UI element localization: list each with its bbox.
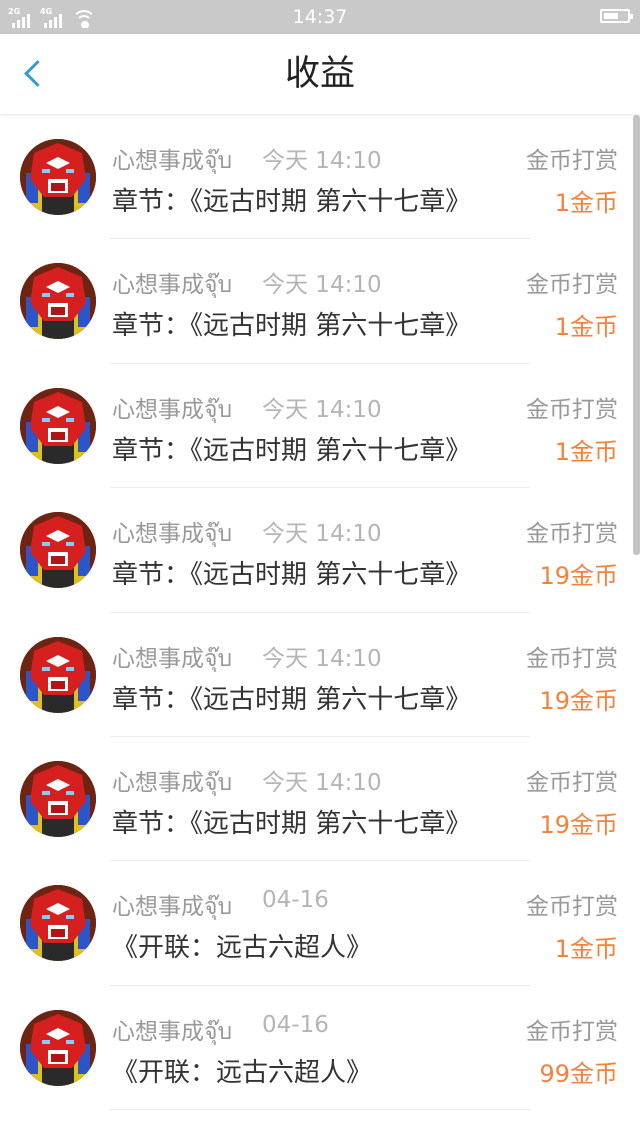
avatar-image (20, 512, 96, 589)
page-title: 收益 (284, 54, 355, 94)
avatar[interactable] (20, 760, 96, 837)
reward-amount: 1金币 (554, 437, 618, 466)
status-time: 14:37 (292, 6, 348, 28)
username: 心想事成จุ๊บ (112, 894, 233, 921)
avatar-image (20, 760, 96, 837)
username: 心想事成จุ๊บ (112, 272, 233, 299)
list-item[interactable]: 心想事成จุ๊บ 今天 14:10 金币打赏章节：《远古时期 第六十七章》 1金币 (0, 239, 640, 365)
record-content: 章节：《远古时期 第六十七章》 (112, 808, 472, 839)
scrollbar[interactable] (633, 115, 640, 555)
avatar[interactable] (20, 139, 96, 215)
reward-amount: 19金币 (539, 686, 618, 715)
reward-type: 金币打赏 (526, 894, 618, 921)
status-bar: 2G 4G 14:37 (0, 0, 640, 34)
avatar-image (20, 636, 96, 713)
record-content: 章节：《远古时期 第六十七章》 (112, 187, 472, 217)
reward-type: 金币打赏 (526, 769, 618, 796)
reward-amount: 1金币 (554, 935, 618, 964)
battery-icon (600, 9, 633, 23)
avatar-image (20, 1009, 96, 1086)
reward-amount: 1金币 (554, 189, 618, 217)
username: 心想事成จุ๊บ (112, 645, 233, 672)
record-time: 今天 14:10 (262, 521, 382, 548)
avatar[interactable] (20, 263, 96, 340)
username: 心想事成จุ๊บ (112, 148, 233, 174)
avatar-image (20, 139, 96, 215)
reward-type: 金币打赏 (526, 1018, 618, 1045)
earnings-list[interactable]: 心想事成จุ๊บ 今天 14:10 金币打赏 章节：《远古时期 第六十七章》 1金币 心想… (0, 115, 640, 1138)
battery-level (604, 13, 618, 19)
list-item[interactable]: 心想事成จุ๊บ 今天 14:10 金币打赏章节：《远古时期 第六十七章》 19金币 (0, 737, 640, 862)
reward-amount: 19金币 (539, 562, 618, 591)
avatar[interactable] (20, 512, 96, 589)
header: 收益 (0, 34, 640, 115)
username: 心想事成จุ๊บ (112, 769, 233, 796)
username: 心想事成จุ๊บ (112, 396, 233, 423)
reward-amount: 1金币 (554, 313, 618, 342)
avatar-image (20, 387, 96, 464)
record-time: 04-16 (262, 887, 329, 914)
list-item[interactable]: 心想事成จุ๊บ 今天 14:10 金币打赏章节：《远古时期 第六十七章》 1金币 (0, 364, 640, 489)
record-time: 今天 14:10 (262, 272, 382, 299)
avatar-image (20, 885, 96, 962)
reward-type: 金币打赏 (526, 645, 618, 672)
list-item[interactable]: 心想事成จุ๊บ 今天 14:10 金币打赏章节：《远古时期 第六十七章》 19金币 (0, 488, 640, 613)
avatar-image (20, 263, 96, 340)
record-time: 今天 14:10 (262, 645, 382, 672)
avatar[interactable] (20, 885, 96, 962)
reward-type: 金币打赏 (526, 148, 618, 174)
avatar[interactable] (20, 387, 96, 464)
reward-type: 金币打赏 (526, 521, 618, 548)
record-time: 04-16 (262, 1011, 329, 1038)
avatar[interactable] (20, 1009, 96, 1086)
reward-type: 金币打赏 (526, 272, 618, 299)
record-content: 《开联：远古六超人》 (112, 933, 373, 964)
record-content: 章节：《远古时期 第六十七章》 (112, 684, 472, 715)
record-content: 章节：《远古时期 第六十七章》 (112, 311, 472, 342)
list-item[interactable]: 心想事成จุ๊บ 今天 14:10 金币打赏章节：《远古时期 第六十七章》 1金币 (0, 115, 640, 240)
list-item[interactable]: 心想事成จุ๊บ 04-16 金币打赏《开联：远古六超人》 1金币 (0, 861, 640, 987)
record-time: 今天 14:10 (262, 396, 382, 423)
username: 心想事成จุ๊บ (112, 521, 233, 548)
record-content: 章节：《远古时期 第六十七章》 (112, 435, 472, 466)
reward-amount: 99金币 (539, 1059, 618, 1088)
avatar[interactable] (20, 636, 96, 713)
reward-amount: 19金币 (539, 810, 618, 839)
record-time: 今天 14:10 (262, 769, 382, 796)
record-content: 《开联：远古六超人》 (112, 1057, 373, 1088)
record-content: 章节：《远古时期 第六十七章》 (112, 560, 472, 591)
list-item[interactable]: 心想事成จุ๊บ 04-16 金币打赏《开联：远古六超人》 99金币 (0, 986, 640, 1111)
reward-type: 金币打赏 (526, 396, 618, 423)
record-time: 今天 14:10 (262, 148, 382, 174)
list-item[interactable]: 心想事成จุ๊บ 今天 14:10 金币打赏章节：《远古时期 第六十七章》 19金币 (0, 613, 640, 738)
username: 心想事成จุ๊บ (112, 1018, 233, 1045)
